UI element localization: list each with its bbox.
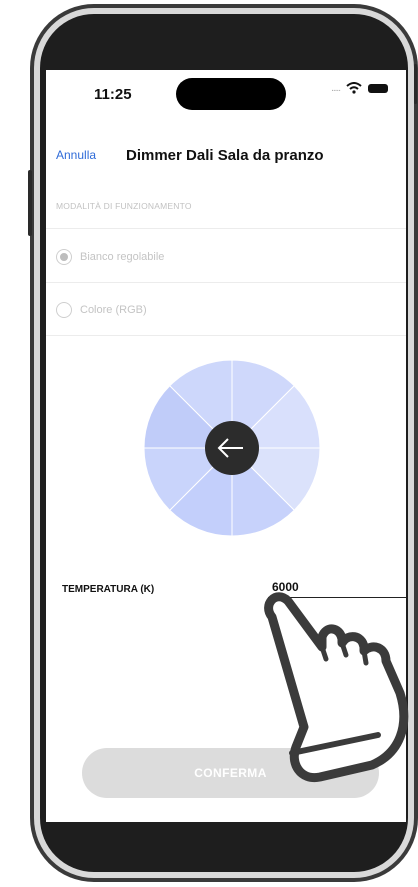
status-time: 11:25 [94,86,132,103]
radio-unselected[interactable] [56,302,72,318]
divider [46,335,406,336]
option-label: Colore (RGB) [80,304,147,316]
battery-icon [368,83,388,93]
cancel-button[interactable]: Annulla [56,148,96,162]
wifi-icon [346,82,362,94]
option-label: Bianco regolabile [80,251,165,263]
option-rgb-color[interactable]: Colore (RGB) [56,300,396,320]
mode-section-title: MODALITÀ DI FUNZIONAMENTO [56,201,192,211]
dynamic-island [176,78,286,110]
option-tunable-white[interactable]: Bianco regolabile [56,247,396,267]
pointing-hand-icon [264,592,409,783]
status-icons: ..... [331,82,388,94]
radio-dot [60,253,68,261]
temperature-label: TEMPERATURA (K) [62,584,155,595]
divider [46,282,406,283]
volume-button [28,170,32,236]
color-temperature-wheel[interactable] [142,358,322,538]
divider [46,228,406,229]
power-button [414,64,417,104]
page-title: Dimmer Dali Sala da pranzo [126,147,324,164]
signal-dots-icon: ..... [331,82,341,94]
radio-selected[interactable] [56,249,72,265]
